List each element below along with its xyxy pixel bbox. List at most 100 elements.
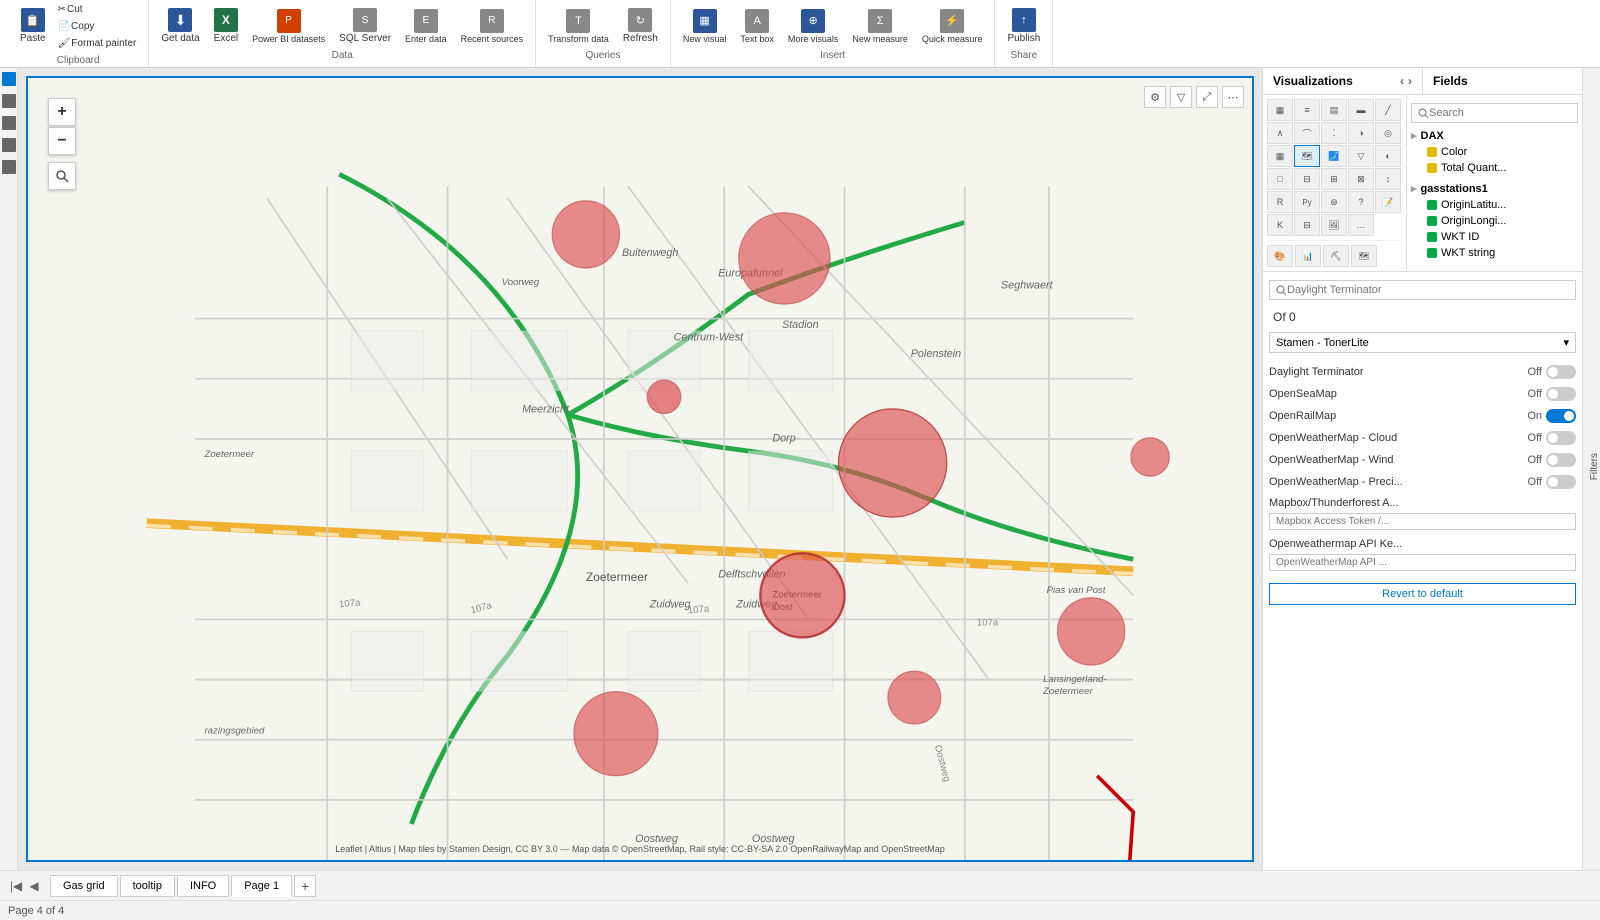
dax-header[interactable]: ▸ DAX xyxy=(1411,127,1578,144)
copy-button[interactable]: 📄 Copy xyxy=(54,19,141,34)
publish-button[interactable]: ↑ Publish xyxy=(1003,6,1044,46)
weather-preci-toggle[interactable]: Off xyxy=(1528,475,1576,489)
weather-wind-toggle-track[interactable] xyxy=(1546,453,1576,467)
viz-r[interactable]: R xyxy=(1267,191,1293,213)
get-data-button[interactable]: ⬇ Get data xyxy=(157,6,203,46)
weather-cloud-toggle-track[interactable] xyxy=(1546,431,1576,445)
text-box-button[interactable]: A Text box xyxy=(736,7,778,46)
sidebar-icon-4[interactable] xyxy=(2,138,16,152)
add-page-button[interactable]: + xyxy=(294,875,316,897)
gasstation-wktstr-item[interactable]: WKT string xyxy=(1411,245,1578,261)
stamen-dropdown[interactable]: Stamen - TonerLite ▾ xyxy=(1269,332,1576,353)
gasstation-wktid-item[interactable]: WKT ID xyxy=(1411,229,1578,245)
first-page-button[interactable]: |◀ xyxy=(8,878,24,894)
viz-multi-card[interactable]: ⊟ xyxy=(1294,168,1320,190)
viz-drill-icon[interactable]: ⛏ xyxy=(1323,245,1349,267)
viz-custom[interactable]: … xyxy=(1348,214,1374,236)
map-search-button[interactable] xyxy=(48,162,76,190)
more-visuals-button[interactable]: ⊕ More visuals xyxy=(784,7,843,46)
opensea-toggle[interactable]: Off xyxy=(1528,387,1576,401)
excel-button[interactable]: X Excel xyxy=(210,6,242,46)
map-container[interactable]: 107a 107a 107a 107a Oostweg Buitenwegh E… xyxy=(26,76,1254,862)
viz-table[interactable]: ⊞ xyxy=(1321,168,1347,190)
viz-stacked-bar[interactable]: ▦ xyxy=(1267,99,1293,121)
viz-gauge[interactable]: ◐ xyxy=(1375,145,1401,167)
recent-sources-button[interactable]: R Recent sources xyxy=(457,7,528,46)
enter-data-button[interactable]: E Enter data xyxy=(401,7,451,46)
viz-map-icon-2[interactable]: 🗺 xyxy=(1351,245,1377,267)
paste-button[interactable]: 📋 Paste xyxy=(16,6,50,46)
viz-kpi[interactable]: K xyxy=(1267,214,1293,236)
viz-qna[interactable]: ? xyxy=(1348,191,1374,213)
sidebar-icon-5[interactable] xyxy=(2,160,16,174)
owm-api-input[interactable] xyxy=(1269,554,1576,571)
viz-image[interactable]: 🖼 xyxy=(1321,214,1347,236)
viz-matrix[interactable]: ⊠ xyxy=(1348,168,1374,190)
sql-button[interactable]: S SQL Server xyxy=(335,6,395,46)
weather-preci-toggle-track[interactable] xyxy=(1546,475,1576,489)
map-expand-button[interactable]: ⤢ xyxy=(1196,86,1218,108)
viz-card[interactable]: □ xyxy=(1267,168,1293,190)
viz-slicer[interactable]: ⊟ xyxy=(1294,214,1320,236)
viz-line[interactable]: ╱ xyxy=(1375,99,1401,121)
fields-search-box[interactable] xyxy=(1411,103,1578,123)
openrail-toggle[interactable]: On xyxy=(1527,409,1576,423)
mapbox-input[interactable] xyxy=(1269,513,1576,530)
daylight-toggle-track[interactable] xyxy=(1546,365,1576,379)
viz-area[interactable]: ∧ xyxy=(1267,122,1293,144)
dax-color-item[interactable]: Color xyxy=(1411,144,1578,160)
viz-ribbon[interactable]: ⌒ xyxy=(1294,122,1320,144)
viz-filled-map[interactable]: 🗾 xyxy=(1321,145,1347,167)
viz-scatter[interactable]: ⁚ xyxy=(1321,122,1347,144)
sidebar-icon-1[interactable] xyxy=(2,72,16,86)
cut-button[interactable]: ✂ Cut xyxy=(54,2,141,17)
weather-wind-toggle[interactable]: Off xyxy=(1528,453,1576,467)
prev-page-button[interactable]: ◀ xyxy=(26,878,42,894)
opensea-toggle-track[interactable] xyxy=(1546,387,1576,401)
dax-total-item[interactable]: Total Quant... xyxy=(1411,160,1578,176)
map-settings-search-box[interactable] xyxy=(1269,280,1576,300)
refresh-button[interactable]: ↻ Refresh xyxy=(619,6,662,46)
openrail-toggle-track[interactable] xyxy=(1546,409,1576,423)
tab-gas-grid[interactable]: Gas grid xyxy=(50,875,118,897)
viz-forward-button[interactable]: › xyxy=(1408,74,1412,88)
zoom-out-button[interactable]: − xyxy=(48,127,76,155)
viz-bar-h[interactable]: ▬ xyxy=(1348,99,1374,121)
map-settings-button[interactable]: ⚙ xyxy=(1144,86,1166,108)
tab-tooltip[interactable]: tooltip xyxy=(120,875,175,897)
format-painter-button[interactable]: 🖌 Format painter xyxy=(54,36,141,51)
new-visual-button[interactable]: ▦ New visual xyxy=(679,7,731,46)
viz-back-button[interactable]: ‹ xyxy=(1400,74,1404,88)
viz-donut[interactable]: ◎ xyxy=(1375,122,1401,144)
viz-smart-narr[interactable]: 📝 xyxy=(1375,191,1401,213)
sidebar-icon-2[interactable] xyxy=(2,94,16,108)
transform-button[interactable]: T Transform data xyxy=(544,7,613,46)
tab-page1[interactable]: Page 1 xyxy=(231,875,292,897)
viz-pie[interactable]: ◑ xyxy=(1348,122,1374,144)
viz-100pct-bar[interactable]: ▤ xyxy=(1321,99,1347,121)
map-filter-icon[interactable]: ▽ xyxy=(1170,86,1192,108)
viz-format-icon[interactable]: 🎨 xyxy=(1267,245,1293,267)
viz-decomp[interactable]: ⊛ xyxy=(1321,191,1347,213)
viz-map[interactable]: 🗺 xyxy=(1294,145,1320,167)
daylight-toggle[interactable]: Off xyxy=(1528,365,1576,379)
map-settings-search-input[interactable] xyxy=(1287,284,1569,296)
viz-py[interactable]: Py xyxy=(1294,191,1320,213)
viz-treemap[interactable]: ▦ xyxy=(1267,145,1293,167)
powerbi-button[interactable]: P Power BI datasets xyxy=(248,7,329,46)
fields-search-input[interactable] xyxy=(1429,107,1571,119)
gasstation-long-item[interactable]: OriginLongi... xyxy=(1411,213,1578,229)
weather-cloud-toggle[interactable]: Off xyxy=(1528,431,1576,445)
new-measure-button[interactable]: Σ New measure xyxy=(848,7,912,46)
sidebar-icon-3[interactable] xyxy=(2,116,16,130)
viz-clustered-bar[interactable]: ≡ xyxy=(1294,99,1320,121)
gasstations-header[interactable]: ▸ gasstations1 xyxy=(1411,180,1578,197)
viz-funnel[interactable]: ▽ xyxy=(1348,145,1374,167)
gasstation-lat-item[interactable]: OriginLatitu... xyxy=(1411,197,1578,213)
revert-button[interactable]: Revert to default xyxy=(1269,583,1576,605)
tab-info[interactable]: INFO xyxy=(177,875,229,897)
viz-analytics-icon[interactable]: 📊 xyxy=(1295,245,1321,267)
map-more-button[interactable]: ⋯ xyxy=(1222,86,1244,108)
viz-waterfall[interactable]: ↕ xyxy=(1375,168,1401,190)
zoom-in-button[interactable]: + xyxy=(48,98,76,126)
